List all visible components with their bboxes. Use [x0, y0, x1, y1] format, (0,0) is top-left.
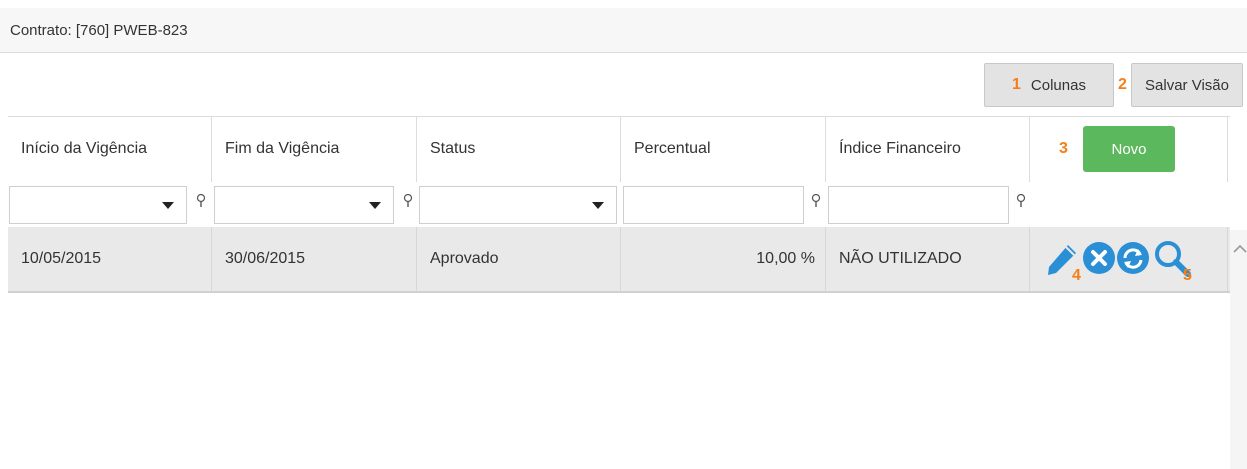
- column-header-fim[interactable]: Fim da Vigência: [212, 116, 417, 182]
- cell-percentual: 10,00 %: [621, 227, 826, 291]
- filter-input-percentual[interactable]: [623, 186, 804, 224]
- cell-actions: 4 5: [1030, 227, 1228, 291]
- new-button[interactable]: Novo: [1083, 126, 1175, 172]
- marker-3: 3: [1059, 140, 1068, 157]
- filter-select-status[interactable]: [419, 186, 617, 224]
- filter-pin-icon[interactable]: [403, 194, 413, 208]
- column-header-inicio[interactable]: Início da Vigência: [8, 116, 212, 182]
- filter-pin-icon[interactable]: [1016, 194, 1026, 208]
- cell-indice: NÃO UTILIZADO: [826, 227, 1030, 291]
- new-button-label: Novo: [1111, 140, 1147, 158]
- save-view-button[interactable]: Salvar Visão: [1131, 63, 1243, 107]
- filter-pin-icon[interactable]: [196, 194, 206, 208]
- cancel-icon[interactable]: [1082, 241, 1116, 275]
- marker-1: 1: [1012, 76, 1021, 93]
- column-header-indice[interactable]: Índice Financeiro: [826, 116, 1030, 182]
- cell-fim: 30/06/2015: [212, 227, 417, 291]
- column-header-label: Status: [430, 140, 476, 157]
- column-header-label: Percentual: [634, 140, 711, 157]
- filter-select-fim[interactable]: [214, 186, 394, 224]
- marker-5: 5: [1183, 267, 1192, 284]
- chevron-down-icon: [162, 202, 174, 209]
- chevron-down-icon: [592, 202, 604, 209]
- cell-inicio: 10/05/2015: [8, 227, 212, 291]
- chevron-down-icon: [369, 202, 381, 209]
- filter-select-inicio[interactable]: [9, 186, 187, 224]
- columns-button-label: Colunas: [1030, 76, 1086, 94]
- cell-status: Aprovado: [417, 227, 621, 291]
- column-header-percentual[interactable]: Percentual: [621, 116, 826, 182]
- columns-button[interactable]: 1 Colunas: [984, 63, 1114, 107]
- column-header-status[interactable]: Status: [417, 116, 621, 182]
- save-view-button-label: Salvar Visão: [1145, 76, 1229, 94]
- chevron-up-icon[interactable]: [1233, 243, 1247, 253]
- contract-label: Contrato: [760] PWEB-823: [10, 22, 188, 39]
- filter-input-indice[interactable]: [828, 186, 1009, 224]
- refresh-icon[interactable]: [1116, 241, 1152, 277]
- table-row[interactable]: 10/05/2015 30/06/2015 Aprovado 10,00 % N…: [8, 227, 1230, 293]
- vertical-scrollbar[interactable]: [1230, 230, 1247, 469]
- contract-header: Contrato: [760] PWEB-823: [0, 8, 1247, 53]
- column-header-label: Índice Financeiro: [839, 140, 961, 157]
- marker-2: 2: [1118, 76, 1127, 93]
- column-header-label: Fim da Vigência: [225, 140, 340, 157]
- filter-pin-icon[interactable]: [811, 194, 821, 208]
- marker-4: 4: [1072, 267, 1081, 284]
- column-header-label: Início da Vigência: [21, 140, 148, 157]
